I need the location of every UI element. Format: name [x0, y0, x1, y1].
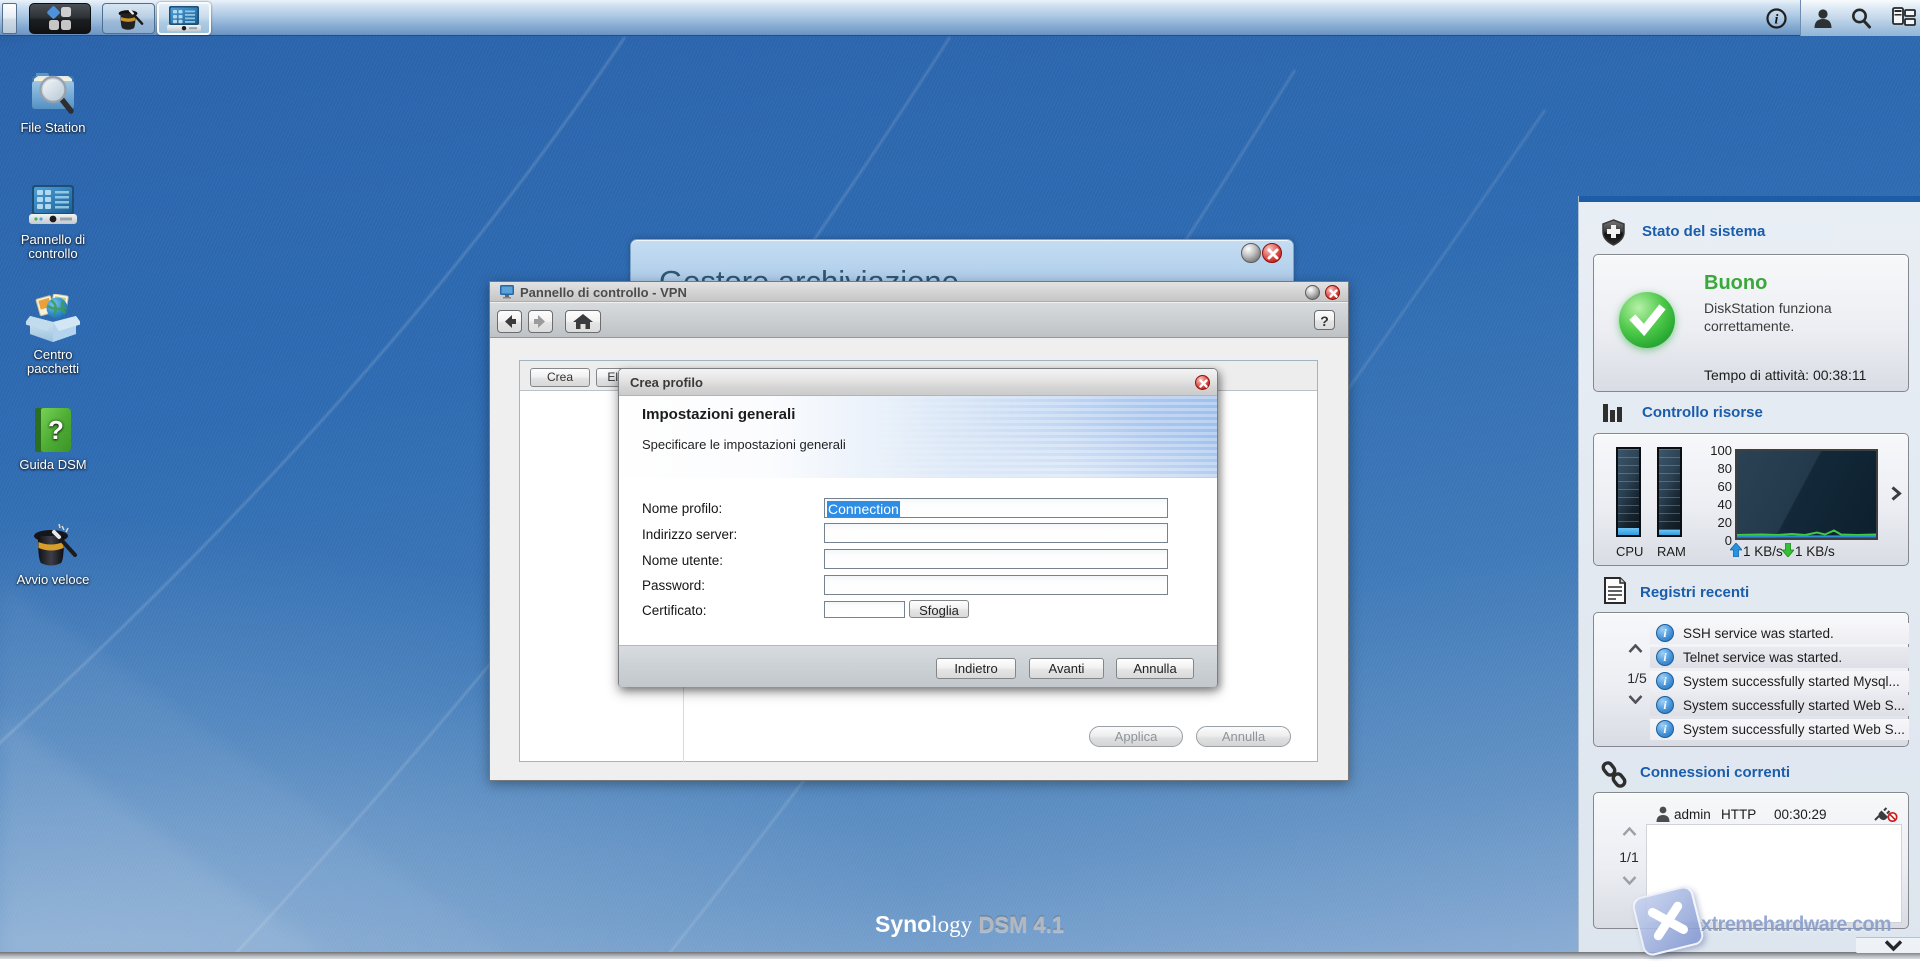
svg-text:i: i	[1775, 13, 1779, 28]
svg-text:?: ?	[48, 415, 64, 445]
